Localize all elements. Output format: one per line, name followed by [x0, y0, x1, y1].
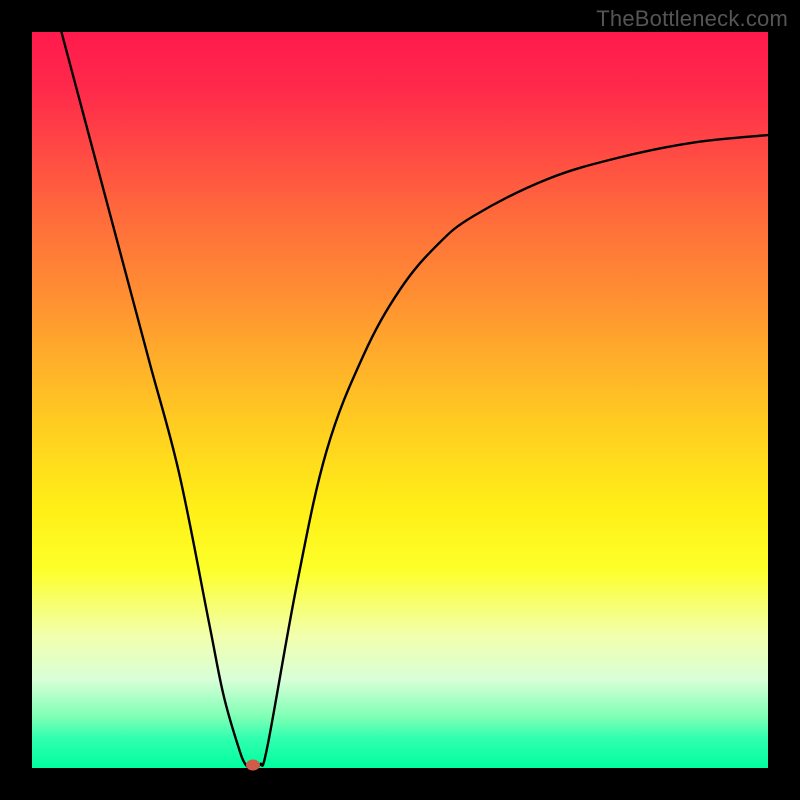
chart-frame: TheBottleneck.com	[0, 0, 800, 800]
bottleneck-curve	[61, 32, 768, 768]
curve-svg	[32, 32, 768, 768]
minimum-marker	[246, 760, 260, 771]
plot-area	[32, 32, 768, 768]
watermark-text: TheBottleneck.com	[596, 6, 788, 32]
